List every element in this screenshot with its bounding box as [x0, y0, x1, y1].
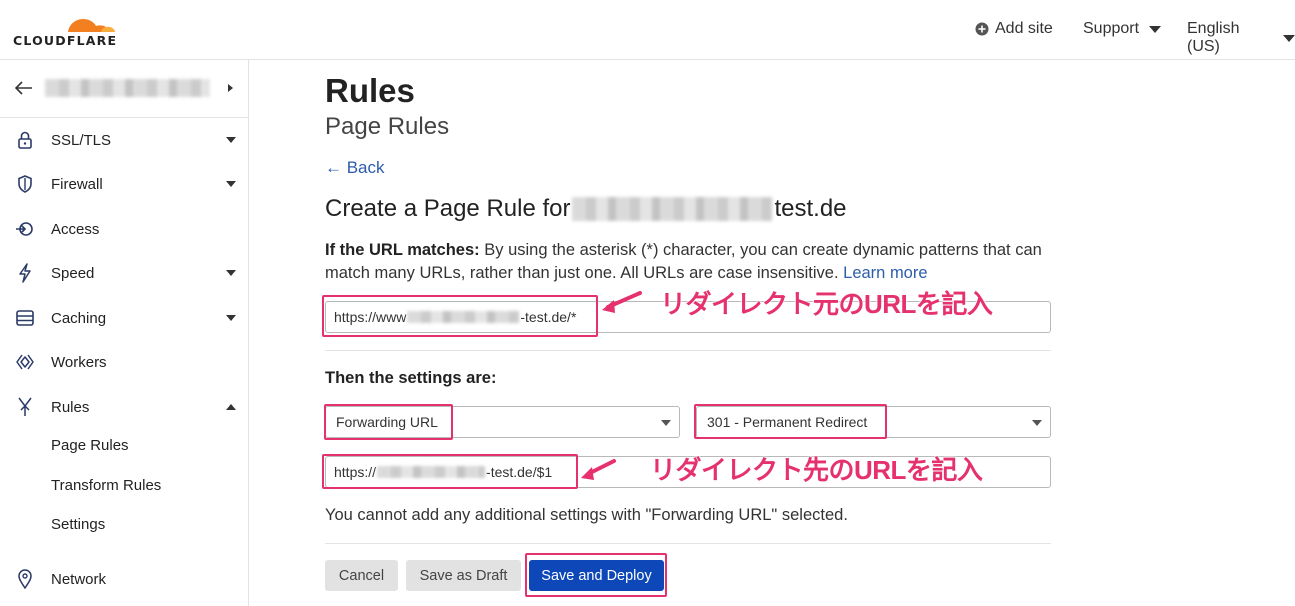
support-label: Support: [1083, 20, 1140, 37]
chevron-right-icon: [228, 84, 233, 92]
top-bar: CLOUDFLARE Add site Support English (US): [0, 0, 1295, 60]
then-settings-label: Then the settings are:: [325, 369, 497, 387]
sidebar-item-label: Workers: [51, 353, 107, 371]
highlight-box: [694, 404, 887, 439]
support-menu[interactable]: Support: [1083, 20, 1162, 38]
chevron-down-icon: [661, 420, 671, 426]
chevron-up-icon: [226, 404, 236, 410]
section-heading: Create a Page Rule for test.de: [325, 195, 847, 223]
shield-icon: [15, 174, 35, 194]
source-url-annotation: リダイレクト元のURLを記入: [660, 289, 993, 319]
workers-icon: [15, 352, 35, 372]
if-url-matches-label: If the URL matches:: [325, 241, 480, 259]
cloudflare-logo[interactable]: CLOUDFLARE: [13, 8, 118, 48]
sidebar-subitem-page-rules[interactable]: Page Rules: [0, 425, 248, 465]
sidebar-item-label: SSL/TLS: [51, 131, 112, 149]
page-title: Rules: [325, 72, 415, 109]
sidebar-item-speed[interactable]: Speed: [0, 253, 248, 293]
page-subtitle: Page Rules: [325, 113, 450, 140]
destination-url-annotation: リダイレクト先のURLを記入: [650, 455, 983, 485]
sidebar-item-ssl-tls[interactable]: SSL/TLS: [0, 120, 248, 160]
sidebar-subitem-label: Page Rules: [51, 436, 129, 454]
sidebar-subitem-label: Transform Rules: [51, 476, 162, 494]
lock-icon: [15, 130, 35, 150]
cancel-button[interactable]: Cancel: [325, 560, 398, 591]
sidebar-subitem-transform-rules[interactable]: Transform Rules: [0, 465, 248, 505]
forwarding-note: You cannot add any additional settings w…: [325, 506, 848, 524]
sidebar-item-firewall[interactable]: Firewall: [0, 164, 248, 204]
chevron-down-icon: [226, 270, 236, 276]
divider: [325, 350, 1051, 351]
highlight-box: [322, 454, 578, 489]
sidebar: SSL/TLS Firewall Access Speed Caching Wo…: [0, 60, 249, 606]
chevron-down-icon: [1283, 34, 1295, 42]
location-pin-icon: [15, 569, 35, 589]
sidebar-item-label: Caching: [51, 309, 107, 327]
domain-redacted: [572, 197, 773, 221]
add-site-button[interactable]: Add site: [975, 20, 1053, 38]
highlight-box: [324, 404, 453, 440]
sidebar-item-network[interactable]: Network: [0, 559, 248, 599]
chevron-down-icon: [226, 181, 236, 187]
sidebar-item-label: Speed: [51, 264, 95, 282]
back-link[interactable]: ← Back: [325, 158, 385, 178]
server-icon: [15, 308, 35, 328]
zone-selector[interactable]: [0, 60, 248, 118]
language-menu[interactable]: English (US): [1187, 20, 1295, 56]
zone-name-redacted: [45, 79, 210, 97]
annotation-arrow-icon: [581, 459, 616, 480]
chevron-down-icon: [226, 137, 236, 143]
sidebar-item-workers[interactable]: Workers: [0, 342, 248, 382]
heading-prefix: Create a Page Rule for: [325, 195, 571, 222]
language-label: English (US): [1187, 20, 1240, 55]
save-draft-button[interactable]: Save as Draft: [406, 560, 521, 591]
sidebar-subitem-settings[interactable]: Settings: [0, 504, 248, 544]
chevron-down-icon: [1032, 420, 1042, 426]
chevron-down-icon: [1149, 25, 1162, 33]
sidebar-subitem-label: Settings: [51, 515, 106, 533]
url-match-description: If the URL matches: By using the asteris…: [325, 239, 1045, 285]
sidebar-item-caching[interactable]: Caching: [0, 298, 248, 338]
access-icon: [15, 219, 35, 239]
divider: [325, 543, 1051, 544]
sidebar-item-access[interactable]: Access: [0, 209, 248, 249]
annotation-arrow-icon: [602, 291, 642, 313]
sidebar-item-label: Network: [51, 570, 107, 588]
back-arrow-icon[interactable]: [15, 81, 33, 95]
chevron-down-icon: [226, 315, 236, 321]
rules-icon: [15, 397, 35, 417]
sidebar-item-label: Access: [51, 220, 100, 238]
plus-circle-icon: [975, 22, 989, 36]
highlight-box: [322, 295, 598, 337]
learn-more-link[interactable]: Learn more: [843, 264, 927, 282]
heading-suffix: test.de: [774, 195, 847, 222]
sidebar-item-label: Rules: [51, 398, 90, 416]
logo-text: CLOUDFLARE: [13, 33, 118, 48]
sidebar-item-label: Firewall: [51, 175, 103, 193]
sidebar-item-rules[interactable]: Rules: [0, 387, 248, 427]
lightning-icon: [15, 263, 35, 283]
highlight-box: [525, 553, 667, 597]
add-site-label: Add site: [995, 20, 1053, 37]
